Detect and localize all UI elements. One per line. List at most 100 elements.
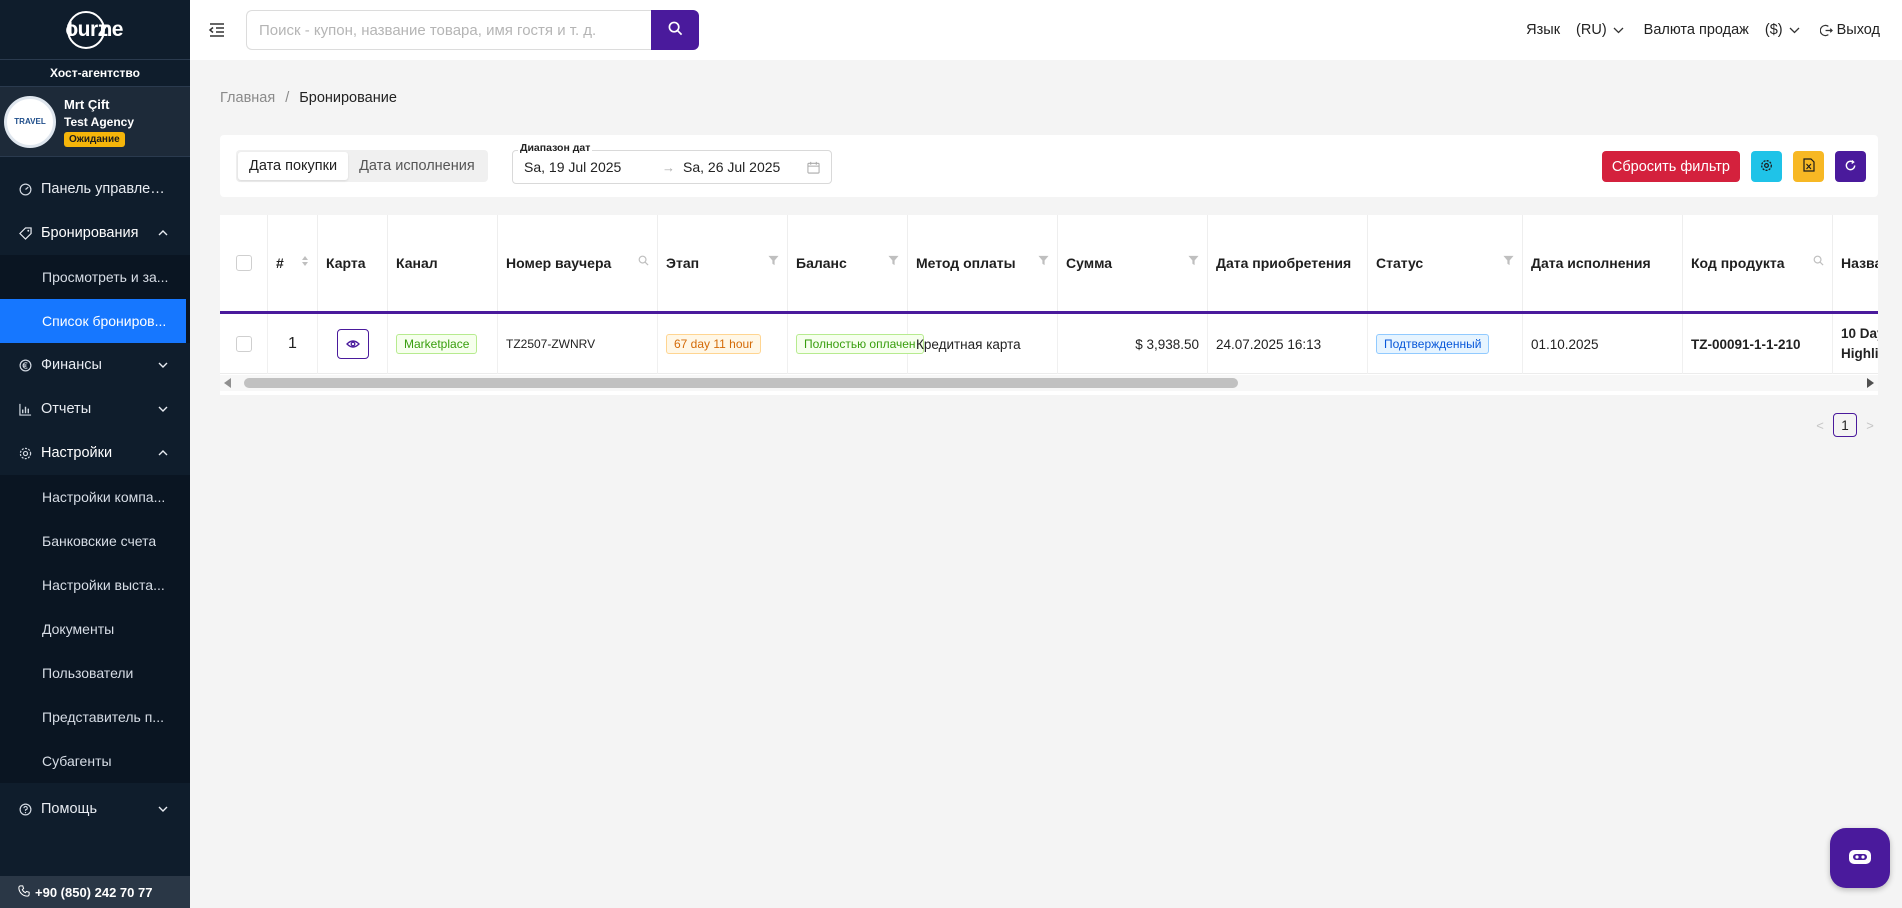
filter-icon[interactable] <box>888 255 899 266</box>
search-icon[interactable] <box>1813 255 1824 266</box>
arrow-right-icon: → <box>662 159 675 175</box>
search-input[interactable] <box>246 10 651 50</box>
search-icon[interactable] <box>638 255 649 266</box>
scroll-right-icon[interactable] <box>1867 378 1874 388</box>
host-agency-label: Хост-агентство <box>0 60 190 87</box>
filter-icon[interactable] <box>1188 255 1199 266</box>
table-row[interactable]: 1 Marketplace TZ2507-ZWNRV 67 day 11 hou… <box>220 314 1878 374</box>
pagination: < 1 > <box>1813 413 1877 437</box>
sidebar-menu: Панель управлен... Бронирования Просмотр… <box>0 167 190 831</box>
scroll-left-icon[interactable] <box>224 378 231 388</box>
logout-icon <box>1819 24 1833 37</box>
row-voucher[interactable]: TZ2507-ZWNRV <box>498 314 658 374</box>
question-circle-icon <box>18 802 32 816</box>
sidebar-item-label: Список брониров... <box>42 313 167 329</box>
status-badge: Ожидание <box>64 131 125 147</box>
status-tag: Подтвержденный <box>1376 334 1490 354</box>
filter-icon[interactable] <box>1038 255 1049 266</box>
tab-execution-date[interactable]: Дата исполнения <box>348 152 486 180</box>
column-header-voucher[interactable]: Номер ваучера <box>498 215 658 311</box>
avatar-text: TRAVEL <box>14 117 46 126</box>
select-all-checkbox[interactable] <box>235 255 252 271</box>
column-header-product-code[interactable]: Код продукта <box>1683 215 1833 311</box>
sidebar-item-representative[interactable]: Представитель п... <box>0 695 190 739</box>
agency-subtitle: Test Agency <box>64 114 135 129</box>
column-header-stage[interactable]: Этап <box>658 215 788 311</box>
table-header: # Карта Канал Номер ваучера Этап Баланс … <box>220 215 1878 314</box>
column-header-amount[interactable]: Сумма <box>1058 215 1208 311</box>
chevron-down-icon <box>1613 27 1624 34</box>
language-select[interactable]: (RU) <box>1576 22 1624 38</box>
search-icon <box>668 21 683 39</box>
sidebar-item-label: Банковские счета <box>42 533 157 549</box>
sort-icon[interactable] <box>301 255 309 267</box>
sidebar-item-display-settings[interactable]: Настройки выста... <box>0 563 190 607</box>
date-range-to[interactable]: Sa, 26 Jul 2025 <box>683 159 801 175</box>
export-excel-button[interactable] <box>1793 151 1824 182</box>
breadcrumb-home[interactable]: Главная <box>220 90 275 106</box>
sidebar-item-reports[interactable]: Отчеты <box>0 387 190 431</box>
chat-assistant-button[interactable] <box>1830 828 1890 888</box>
tab-purchase-date[interactable]: Дата покупки <box>238 152 349 180</box>
search-button[interactable] <box>651 10 699 50</box>
sidebar-item-bank-accounts[interactable]: Банковские счета <box>0 519 190 563</box>
gear-icon <box>1760 159 1773 175</box>
row-checkbox[interactable] <box>235 336 252 352</box>
reset-filter-button[interactable]: Сбросить фильтр <box>1601 151 1740 182</box>
scrollbar-thumb[interactable] <box>244 378 1238 388</box>
filter-icon[interactable] <box>768 255 779 266</box>
column-header-payment-method[interactable]: Метод оплаты <box>908 215 1058 311</box>
sidebar-item-settings[interactable]: Настройки <box>0 431 190 475</box>
row-execution-date: 01.10.2025 <box>1523 314 1683 374</box>
table-settings-button[interactable] <box>1751 151 1782 182</box>
sidebar-item-users[interactable]: Пользователи <box>0 651 190 695</box>
column-header-balance[interactable]: Баланс <box>788 215 908 311</box>
page-number-1[interactable]: 1 <box>1833 413 1857 437</box>
sidebar-item-finance[interactable]: Финансы <box>0 343 190 387</box>
support-phone[interactable]: +90 (850) 242 70 77 <box>0 876 190 908</box>
column-label: Этап <box>666 255 700 271</box>
agency-info: Mrt Çift Test Agency Ожидание <box>64 97 134 147</box>
sidebar-item-bookings[interactable]: Бронирования <box>0 211 190 255</box>
sidebar-item-help[interactable]: Помощь <box>0 787 190 831</box>
prev-page-button[interactable]: < <box>1813 418 1827 433</box>
sidebar-item-subagents[interactable]: Субагенты <box>0 739 190 783</box>
sidebar-item-documents[interactable]: Документы <box>0 607 190 651</box>
currency-select[interactable]: ($) <box>1765 22 1800 38</box>
row-balance-cell: Полностью оплачен <box>788 314 924 374</box>
tourzone-logo[interactable]: t ourz ne <box>65 10 123 49</box>
eye-icon <box>345 337 360 352</box>
sidebar-item-label: Финансы <box>41 357 102 373</box>
row-select-cell <box>220 314 268 374</box>
horizontal-scrollbar[interactable] <box>220 375 1878 391</box>
chevron-down-icon <box>156 802 170 816</box>
column-label: Дата приобретения <box>1216 255 1352 271</box>
column-header-status[interactable]: Статус <box>1368 215 1523 311</box>
date-range-picker[interactable]: Диапазон дат Sa, 19 Jul 2025 → Sa, 26 Ju… <box>512 142 832 184</box>
view-map-button[interactable] <box>336 329 369 359</box>
refresh-button[interactable] <box>1835 151 1866 182</box>
date-type-toggle: Дата покупки Дата исполнения <box>236 150 488 182</box>
bookings-submenu: Просмотреть и за... Список брониров... <box>0 255 190 343</box>
column-label: Метод оплаты <box>916 255 1016 271</box>
balance-tag: Полностью оплачен <box>796 334 924 354</box>
filter-icon[interactable] <box>1503 255 1514 266</box>
sidebar-item-dashboard[interactable]: Панель управлен... <box>0 167 190 211</box>
sidebar-item-company-settings[interactable]: Настройки компа... <box>0 475 190 519</box>
agency-avatar: TRAVEL <box>4 95 56 148</box>
column-header-number[interactable]: # <box>268 215 318 311</box>
next-page-button[interactable]: > <box>1863 418 1877 433</box>
chevron-down-icon <box>1789 27 1800 34</box>
logout-button[interactable]: Выход <box>1819 22 1880 38</box>
filter-panel: Дата покупки Дата исполнения Диапазон да… <box>220 135 1878 197</box>
chevron-down-icon <box>156 402 170 416</box>
agency-card[interactable]: TRAVEL Mrt Çift Test Agency Ожидание <box>0 87 190 157</box>
date-range-from[interactable]: Sa, 19 Jul 2025 <box>524 159 654 175</box>
sidebar-item-view-bookings[interactable]: Просмотреть и за... <box>0 255 190 299</box>
tag-icon <box>18 226 32 240</box>
product-name-line: Highli <box>1841 346 1878 361</box>
column-label: Баланс <box>796 255 847 271</box>
collapse-menu-icon[interactable] <box>208 21 226 39</box>
sidebar-item-booking-list[interactable]: Список брониров... <box>0 299 186 343</box>
euro-icon <box>18 358 32 372</box>
